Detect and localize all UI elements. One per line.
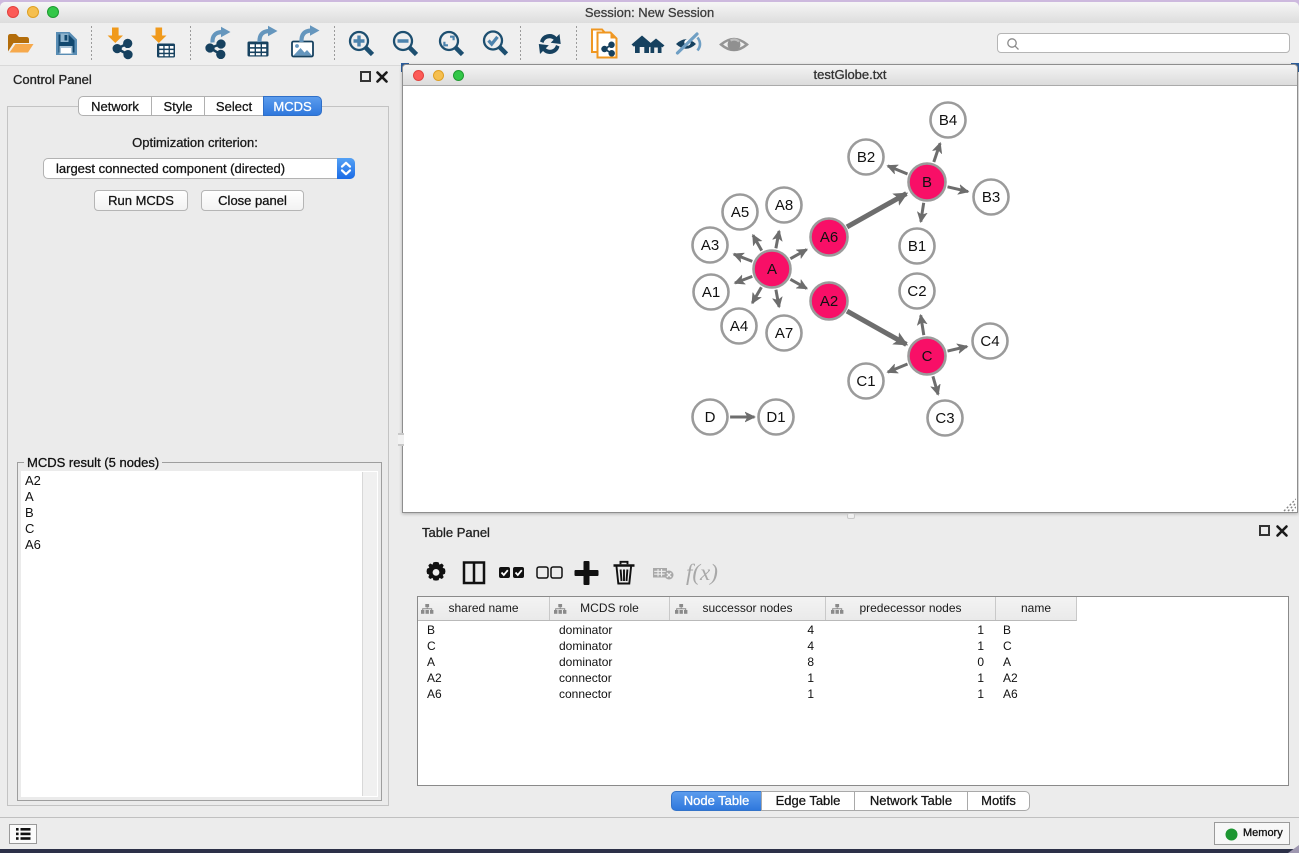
svg-text:B4: B4	[939, 112, 957, 129]
svg-text:B: B	[922, 174, 932, 191]
svg-text:f(x): f(x)	[686, 560, 718, 585]
svg-text:A6: A6	[820, 229, 838, 246]
svg-text:A7: A7	[775, 325, 793, 342]
svg-text:C3: C3	[935, 410, 954, 427]
svg-text:C: C	[922, 348, 933, 365]
svg-text:B1: B1	[908, 238, 926, 255]
svg-text:B3: B3	[982, 189, 1000, 206]
svg-text:A4: A4	[730, 318, 748, 335]
svg-text:A5: A5	[731, 204, 749, 221]
svg-text:A3: A3	[701, 237, 719, 254]
svg-text:A: A	[767, 261, 777, 278]
svg-text:D1: D1	[766, 409, 785, 426]
svg-text:A1: A1	[702, 284, 720, 301]
svg-text:C1: C1	[856, 373, 875, 390]
svg-text:A8: A8	[775, 197, 793, 214]
svg-text:C2: C2	[907, 283, 926, 300]
svg-text:A2: A2	[820, 293, 838, 310]
svg-text:D: D	[705, 409, 716, 426]
svg-text:B2: B2	[857, 149, 875, 166]
svg-text:C4: C4	[980, 333, 999, 350]
